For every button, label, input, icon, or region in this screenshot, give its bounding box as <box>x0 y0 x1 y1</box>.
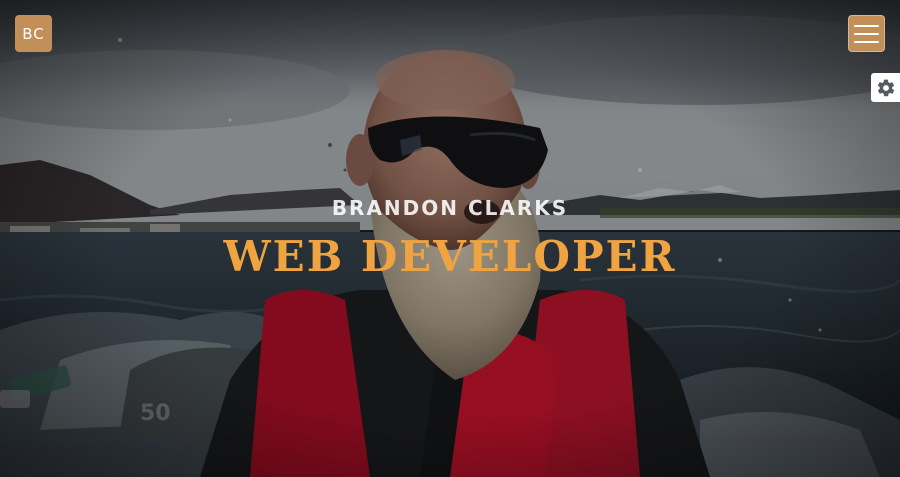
logo-initials: BC <box>22 24 45 43</box>
hamburger-menu-icon <box>854 24 879 27</box>
gear-icon <box>877 79 894 96</box>
hamburger-menu-icon-bar <box>854 40 879 43</box>
hero-title: WEB DEVELOPER <box>223 232 677 281</box>
hero-name: BRANDON CLARKS <box>331 196 569 220</box>
hero-text: BRANDON CLARKS WEB DEVELOPER <box>0 194 900 282</box>
hero-section: 50 <box>0 0 900 477</box>
logo[interactable]: BC <box>15 15 52 52</box>
settings-button[interactable] <box>871 73 900 102</box>
hamburger-menu-icon-bar <box>854 32 879 35</box>
hamburger-menu-button[interactable] <box>848 15 885 52</box>
